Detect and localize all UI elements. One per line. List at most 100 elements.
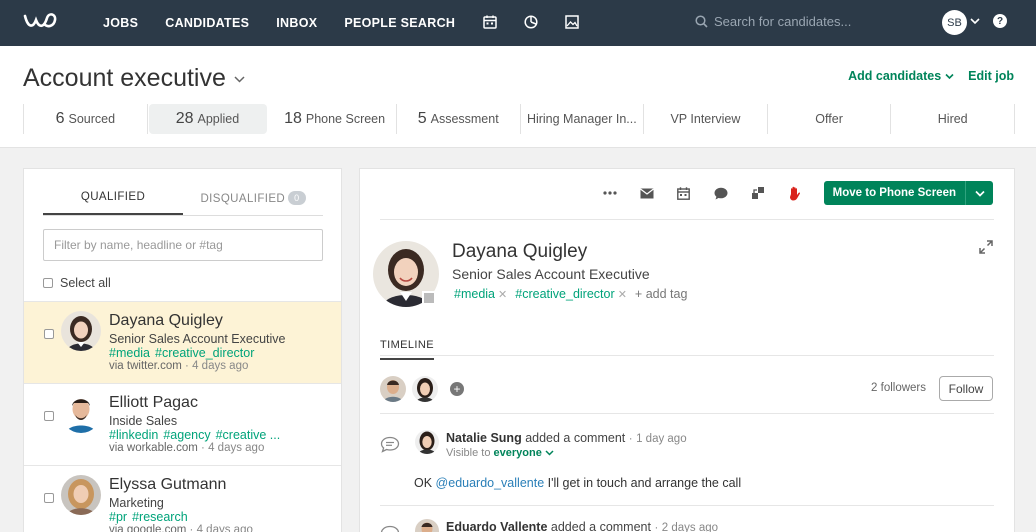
chevron-down-icon[interactable] [965,181,993,205]
edit-job-link[interactable]: Edit job [968,69,1014,83]
candidate-avatar [61,475,101,515]
comment-bubble-icon [380,436,400,453]
candidate-source: via twitter.com · 4 days ago [109,360,249,372]
job-header: Account executive Add candidates Edit jo… [0,46,1036,148]
add-tag-button[interactable]: + add tag [635,287,687,301]
workable-logo[interactable] [22,10,60,34]
visibility-selector[interactable]: Visible to everyone [446,447,554,459]
tag[interactable]: #creative_director [155,346,254,360]
search-input[interactable]: Search for candidates... [714,14,851,29]
disqualify-hand-icon[interactable] [787,185,803,201]
tag[interactable]: #agency [163,428,210,442]
add-candidates-button[interactable]: Add candidates [848,69,954,83]
divider [380,413,994,414]
help-icon[interactable]: ? [993,14,1007,28]
candidate-row[interactable]: Elliott Pagac Inside Sales #linkedin #age… [24,383,341,465]
candidate-avatar [61,311,101,351]
remove-tag-icon[interactable]: ✕ [495,289,507,301]
user-avatar[interactable]: SB [942,10,967,35]
candidate-name: Elyssa Gutmann [109,476,227,493]
profile-name: Dayana Quigley [452,241,588,262]
entry-time: 2 days ago [661,522,719,532]
stage-hired[interactable]: Hired [891,104,1016,134]
follower-avatar[interactable] [412,376,438,402]
candidate-checkbox[interactable] [44,329,54,339]
candidate-checkbox[interactable] [44,493,54,503]
image-icon[interactable] [565,15,581,31]
email-icon[interactable] [639,185,655,201]
move-to-stage-button[interactable]: Move to Phone Screen [823,181,993,205]
select-all[interactable]: Select all [43,276,111,290]
nav-candidates[interactable]: CANDIDATES [165,16,249,30]
profile-headline: Senior Sales Account Executive [452,266,650,282]
tag[interactable]: #pr [109,510,127,524]
tab-qualified[interactable]: QUALIFIED [43,191,183,215]
tag[interactable]: #media [109,346,150,360]
candidate-row[interactable]: Elyssa Gutmann Marketing #pr #research vi… [24,465,341,532]
entry-author[interactable]: Eduardo Vallente [446,520,547,532]
divider [380,219,994,220]
add-follower-icon[interactable]: + [450,382,464,396]
mention-link[interactable]: @eduardo_vallente [436,476,545,490]
profile-tags: #media ✕ #creative_director ✕ + add tag [454,287,687,301]
candidate-checkbox[interactable] [44,411,54,421]
stage-sourced[interactable]: 6 Sourced [23,104,148,134]
candidate-avatar [61,393,101,433]
stage-label: Phone Screen [305,112,386,126]
job-title[interactable]: Account executive [23,64,245,93]
entry-author[interactable]: Natalie Sung [446,431,522,445]
stage-hiring-manager-interview[interactable]: Hiring Manager In... [521,104,645,134]
follow-button[interactable]: Follow [939,376,993,401]
calendar-icon[interactable] [676,185,692,201]
profile-tag[interactable]: #creative_director ✕ [515,287,627,301]
filter-input[interactable] [43,229,323,261]
stage-offer[interactable]: Offer [768,104,892,134]
comment-text-part: OK [414,476,436,490]
pie-chart-icon[interactable] [524,15,540,31]
chevron-down-icon[interactable] [970,17,980,25]
comment-icon[interactable] [713,185,729,201]
stage-label: Assessment [430,112,499,126]
more-options-icon[interactable] [602,185,618,201]
tag[interactable]: #research [132,510,188,524]
job-title-text: Account executive [23,64,226,92]
nav-people-search[interactable]: PEOPLE SEARCH [344,16,455,30]
candidate-search[interactable]: Search for candidates... [695,14,851,29]
candidate-tags: #pr #research [109,510,193,524]
expand-icon[interactable] [979,240,993,254]
candidate-list-panel: QUALIFIED DISQUALIFIED0 Select all Dayan… [23,168,342,532]
candidate-date: 4 days ago [208,442,265,454]
stage-phone-screen[interactable]: 18 Phone Screen [273,104,397,134]
divider [380,505,994,506]
comment-bubble-icon [380,525,400,532]
pipeline-stages: 6 Sourced 28 Applied 18 Phone Screen 5 Asses… [23,104,1016,134]
profile-toolbar: Move to Phone Screen [602,181,993,205]
source-text: via workable.com [109,442,198,454]
select-all-label: Select all [60,276,111,290]
remove-tag-icon[interactable]: ✕ [615,289,627,301]
nav-jobs[interactable]: JOBS [103,16,138,30]
calendar-icon[interactable] [483,15,499,31]
follower-avatar[interactable] [380,376,406,402]
transfer-icon[interactable] [750,185,766,201]
stage-vp-interview[interactable]: VP Interview [644,104,768,134]
select-all-checkbox[interactable] [43,278,53,288]
author-avatar [415,430,439,454]
comment-text: OK @eduardo_vallente I'll get in touch a… [414,476,741,490]
profile-tag[interactable]: #media ✕ [454,287,507,301]
tag[interactable]: #creative ... [216,428,281,442]
source-badge-icon [422,291,436,305]
nav-inbox[interactable]: INBOX [276,16,317,30]
source-text: via twitter.com [109,360,182,372]
search-icon [695,15,708,28]
visibility-prefix: Visible to [446,447,491,459]
tab-disqualified[interactable]: DISQUALIFIED 0 [183,191,323,215]
candidate-row[interactable]: Dayana Quigley Senior Sales Account Exec… [24,301,341,383]
entry-time: 1 day ago [636,433,687,445]
tab-disqualified-label: DISQUALIFIED [200,193,286,205]
tag-text: #creative_director [515,287,615,301]
stage-assessment[interactable]: 5 Assessment [397,104,521,134]
tab-timeline[interactable]: TIMELINE [380,339,434,360]
tag[interactable]: #linkedin [109,428,158,442]
stage-applied[interactable]: 28 Applied [148,104,268,134]
